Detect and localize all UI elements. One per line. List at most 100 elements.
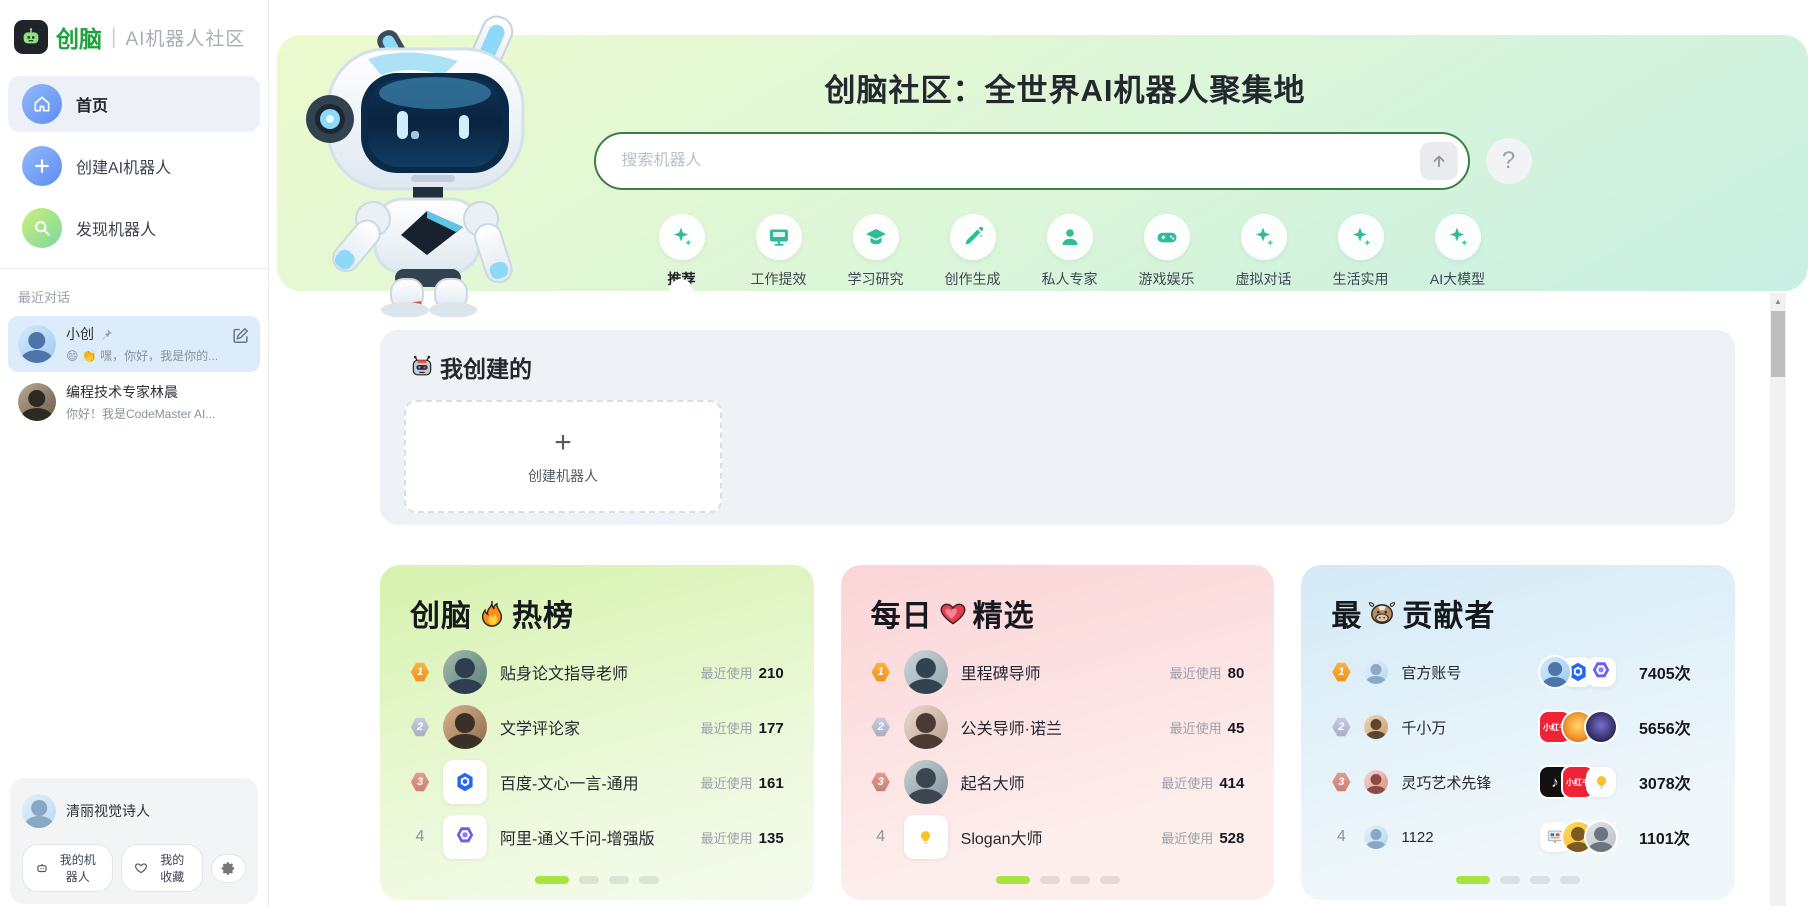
category-tab-游戏娱乐[interactable]: 游戏娱乐 [1118, 214, 1215, 289]
chat-item[interactable]: 小创😄 👏 嘿，你好，我是你的... [8, 316, 260, 372]
carousel-dot[interactable] [996, 876, 1030, 884]
brand-suffix: AI机器人社区 [125, 24, 245, 51]
carousel-dot[interactable] [639, 876, 659, 884]
carousel-dot[interactable] [535, 876, 569, 884]
category-label: 生活实用 [1333, 269, 1389, 289]
contribution-count: 5656次 [1639, 715, 1705, 739]
carousel-dot[interactable] [1530, 876, 1550, 884]
chat-preview: 你好！我是CodeMaster AI... [66, 405, 250, 422]
category-label: AI大模型 [1430, 269, 1485, 289]
pin-icon [100, 328, 113, 341]
bot-name: 百度-文心一言-通用 [500, 770, 688, 794]
carousel-dots [1456, 876, 1580, 884]
robot-icon [35, 861, 49, 875]
graduation-cap-icon [853, 214, 899, 260]
carousel-dot[interactable] [609, 876, 629, 884]
bot-name: 起名大师 [961, 770, 1149, 794]
bot-row[interactable]: 2文学评论家最近使用177 [410, 705, 784, 749]
usage-stat: 最近使用45 [1170, 718, 1245, 737]
sidebar-item-home[interactable]: 首页 [8, 76, 260, 132]
woman-avatar [904, 705, 948, 749]
my-bots-button[interactable]: 我的机器人 [22, 844, 113, 892]
scrollbar-thumb[interactable] [1771, 311, 1785, 377]
bot-row[interactable]: 2公关导师·诺兰最近使用45 [871, 705, 1245, 749]
category-tab-虚拟对话[interactable]: 虚拟对话 [1215, 214, 1312, 289]
girl-white-avatar [1364, 660, 1388, 684]
logo-tongyi-avatar [443, 815, 487, 859]
search-input[interactable] [622, 152, 1420, 170]
bot-name: Slogan大师 [961, 825, 1149, 849]
bot-row[interactable]: 1里程碑导师最近使用80 [871, 650, 1245, 694]
category-tab-生活实用[interactable]: 生活实用 [1312, 214, 1409, 289]
bulb-icon [1586, 767, 1616, 797]
usage-stat: 最近使用210 [701, 663, 784, 682]
category-tab-AI大模型[interactable]: AI大模型 [1409, 214, 1506, 289]
my-created-title: 我创建的 [404, 350, 1711, 384]
carousel-dot[interactable] [1100, 876, 1120, 884]
carousel-dots [535, 876, 659, 884]
bot-row[interactable]: 4阿里-通义千问-增强版最近使用135 [410, 815, 784, 859]
active-category-indicator [669, 279, 693, 303]
edit-icon[interactable] [231, 326, 250, 345]
bot-row[interactable]: 4Slogan大师最近使用528 [871, 815, 1245, 859]
chat-avatar [18, 383, 56, 421]
user-name: 清丽视觉诗人 [66, 801, 150, 821]
carousel-dot[interactable] [1456, 876, 1490, 884]
chat-item[interactable]: 编程技术专家林晨你好！我是CodeMaster AI... [8, 374, 260, 430]
contributor-row[interactable]: 1官方账号7405次 [1331, 650, 1705, 694]
mushroom-avatar [1364, 770, 1388, 794]
sidebar-item-create[interactable]: 创建AI机器人 [8, 138, 260, 194]
category-tab-创作生成[interactable]: 创作生成 [924, 214, 1021, 289]
contributor-row[interactable]: 3灵巧艺术先锋♪小红书3078次 [1331, 760, 1705, 804]
plus-icon [22, 146, 62, 186]
ranking-card: 每日精选1里程碑导师最近使用802公关导师·诺兰最近使用453起名大师最近使用4… [841, 565, 1275, 900]
sparkles-icon [659, 214, 705, 260]
sidebar-item-discover[interactable]: 发现机器人 [8, 200, 260, 256]
contribution-count: 1101次 [1639, 825, 1705, 849]
ranking-card-title: 创脑热榜 [410, 591, 784, 635]
contributor-name: 千小万 [1401, 717, 1527, 738]
old-man-avatar [904, 760, 948, 804]
contributor-row[interactable]: 2千小万小红书5656次 [1331, 705, 1705, 749]
girl-white-avatar [1364, 825, 1388, 849]
carousel-dot[interactable] [1500, 876, 1520, 884]
category-tab-学习研究[interactable]: 学习研究 [827, 214, 924, 289]
search-bar [594, 132, 1470, 190]
search-icon [22, 208, 62, 248]
contributor-row[interactable]: 411221101次 [1331, 815, 1705, 859]
arrow-up-icon [1430, 152, 1448, 170]
category-tab-推荐[interactable]: 推荐 [633, 214, 730, 289]
sidebar-item-label: 发现机器人 [76, 216, 156, 240]
my-favorites-button[interactable]: 我的收藏 [121, 844, 203, 892]
scroll-up-arrow[interactable]: ▲ [1770, 293, 1786, 309]
monitor-icon [756, 214, 802, 260]
create-bot-button[interactable]: + 创建机器人 [404, 400, 722, 513]
help-button[interactable]: ? [1486, 138, 1532, 184]
chat-name: 编程技术专家林晨 [66, 382, 250, 402]
bot-row[interactable]: 3百度-文心一言-通用最近使用161 [410, 760, 784, 804]
rank-number: 4 [1331, 828, 1351, 846]
scrollbar[interactable]: ▲ [1770, 293, 1786, 906]
category-label: 学习研究 [848, 269, 904, 289]
category-label: 创作生成 [945, 269, 1001, 289]
bot-row[interactable]: 3起名大师最近使用414 [871, 760, 1245, 804]
bulb-avatar [904, 815, 948, 859]
bot-row[interactable]: 1贴身论文指导老师最近使用210 [410, 650, 784, 694]
brand-robot-logo-icon [14, 20, 48, 54]
carousel-dots [996, 876, 1120, 884]
category-tab-私人专家[interactable]: 私人专家 [1021, 214, 1118, 289]
usage-stat: 最近使用80 [1170, 663, 1245, 682]
ranking-cards: 创脑热榜1贴身论文指导老师最近使用2102文学评论家最近使用1773百度-文心一… [380, 565, 1735, 900]
carousel-dot[interactable] [579, 876, 599, 884]
bot-avatars-cluster [1540, 657, 1616, 687]
rank-badge: 3 [871, 772, 891, 792]
settings-button[interactable] [211, 854, 246, 883]
carousel-dot[interactable] [1040, 876, 1060, 884]
ranking-card: 创脑热榜 1贴身论文指导老师最近使用210 2文学评论家最近使用177 3百度-文心一… [380, 565, 814, 900]
search-submit-button[interactable] [1420, 142, 1458, 180]
category-tab-工作提效[interactable]: 工作提效 [730, 214, 827, 289]
main-area: 创脑社区：全世界AI机器人聚集地 ? 推荐工作提效学习研究 创作生成私人专家游戏娱… [269, 0, 1808, 906]
carousel-dot[interactable] [1070, 876, 1090, 884]
page-title: 创脑社区：全世界AI机器人聚集地 [825, 65, 1306, 110]
carousel-dot[interactable] [1560, 876, 1580, 884]
